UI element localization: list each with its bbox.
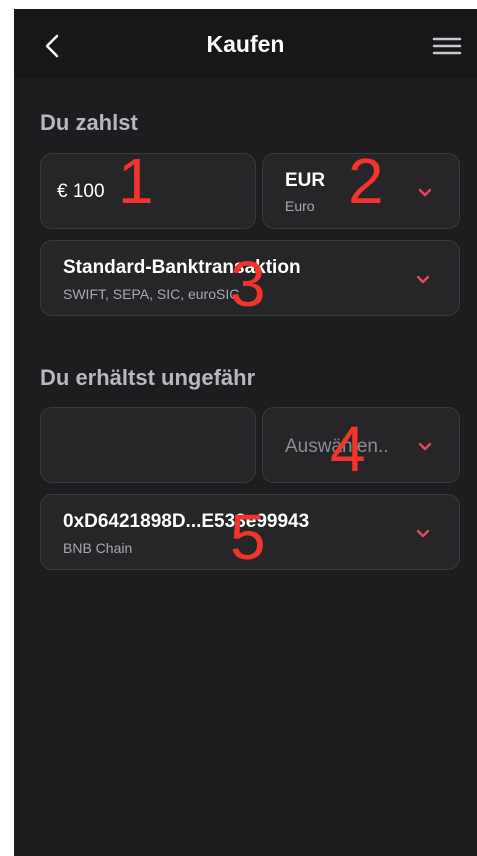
page-title: Kaufen [206,31,285,57]
wallet-network: BNB Chain [63,540,133,556]
annotation-number-3: 3 [230,248,266,320]
annotation-number-1: 1 [118,145,154,217]
annotation-number-4: 4 [330,413,366,485]
hamburger-menu-icon [432,37,462,55]
pay-amount-value: € 100 [57,181,105,202]
chevron-down-icon [418,442,432,451]
annotation-number-2: 2 [348,145,384,217]
chevron-down-icon [416,529,430,538]
currency-name: Euro [285,198,315,214]
currency-code: EUR [285,170,326,191]
chevron-down-icon [418,188,432,197]
receive-amount-input[interactable] [40,407,256,483]
receive-section-title: Du erhältst ungefähr [40,365,256,390]
phone-screen: Kaufen Du zahlst € 100 EUR Euro Standard… [14,9,477,856]
wallet-address: 0xD6421898D...E533e99943 [63,511,310,532]
chevron-down-icon [416,275,430,284]
top-bar: Kaufen [14,9,477,79]
payment-method-subtitle: SWIFT, SEPA, SIC, euroSIC [63,286,240,302]
menu-button[interactable] [430,33,464,59]
annotation-number-5: 5 [230,501,266,573]
pay-section-title: Du zahlst [40,110,138,135]
